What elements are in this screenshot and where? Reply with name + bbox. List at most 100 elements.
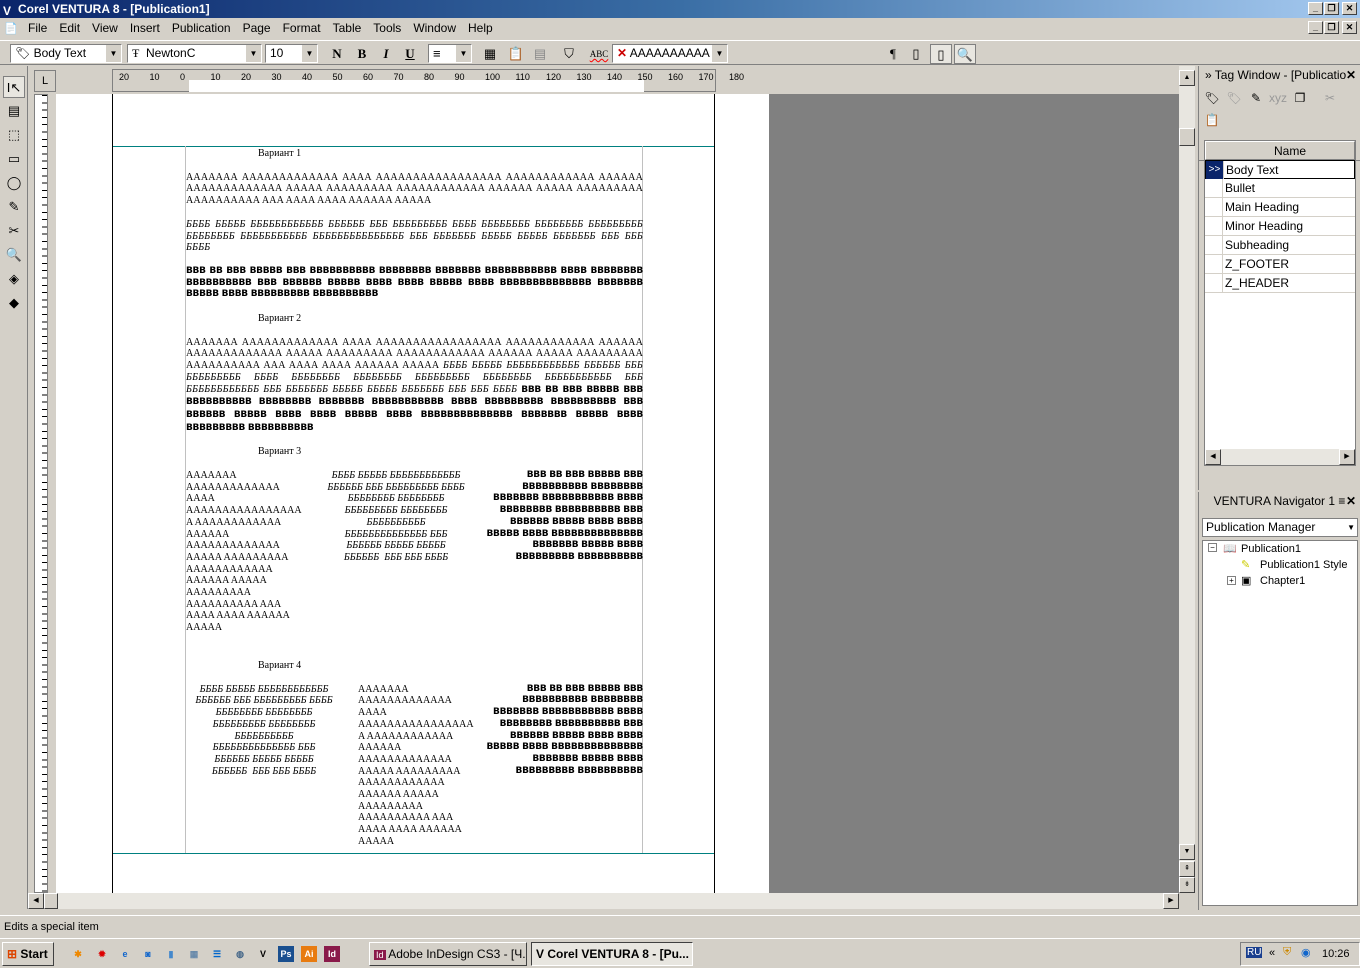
paragraph-c[interactable]: ВВВ ВВ ВВВ ВВВВВ ВВВ ВВВВВВВВВВ ВВВВВВВВ… [186,266,643,301]
task-indesign[interactable]: Id Adobe InDesign CS3 - [Ч... [369,942,527,966]
quicklaunch-icon[interactable]: ☰ [209,946,225,962]
navigator-view-select[interactable]: Publication Manager ▼ [1202,518,1358,537]
tree-item-chapter[interactable]: Chapter1 [1260,575,1305,587]
ellipse-tool-icon[interactable]: ◯ [3,172,25,194]
menu-table[interactable]: Table [327,21,368,35]
tag-row[interactable]: Bullet [1205,179,1355,198]
quicklaunch-icon[interactable]: ✹ [94,946,110,962]
ventura-icon[interactable]: V [255,946,271,962]
tag-row[interactable]: Z_HEADER [1205,274,1355,293]
node-tool-icon[interactable]: ⬚ [3,124,25,146]
document-icon[interactable]: 📄 [4,22,22,35]
normal-button[interactable]: N [326,44,348,64]
hscroll-thumb[interactable] [44,893,58,909]
chevron-down-icon[interactable]: ▼ [712,45,727,62]
cut-icon[interactable]: ✂ [1319,87,1341,109]
quicklaunch-icon[interactable]: ◙ [140,946,156,962]
text-column-c[interactable]: ВВВ ВВ ВВВ ВВВВВ ВВВ ВВВВВВВВВВ ВВВВВВВВ В… [473,470,643,564]
tag-row[interactable]: Minor Heading [1205,217,1355,236]
close-icon[interactable]: ✕ [1346,492,1356,510]
close-button[interactable]: ✕ [1342,2,1357,15]
bookmark-icon[interactable]: ⛉ [558,44,580,64]
menu-publication[interactable]: Publication [166,21,237,35]
edit-tag-icon[interactable]: ✎ [1245,87,1267,109]
calculator-icon[interactable]: ▦ [186,946,202,962]
text-column-c[interactable]: ВВВ ВВ ВВВ ВВВВВ ВВВ ВВВВВВВВВВ ВВВВВВВВ В… [473,684,643,778]
previous-page-button[interactable]: ⇞ [1179,861,1195,877]
text-frame[interactable]: Вариант 1 AAAAAAA AAAAAAAAAAAAA AAAA AAA… [186,148,643,874]
size-select[interactable]: 10 ▼ [265,44,318,63]
menu-format[interactable]: Format [277,21,327,35]
copy-tag-icon[interactable]: ❐ [1289,87,1311,109]
text-column-b[interactable]: ББББ БББББ ББББББББББББ ББББББ БББ ББББББ… [186,684,342,778]
scroll-right-button[interactable]: ▶ [1163,893,1179,909]
pilcrow-icon[interactable]: ¶ [882,44,904,64]
network-icon[interactable]: ◉ [1301,946,1311,959]
table-edit-icon[interactable]: ▤ [529,44,551,64]
tag-list-hscrollbar[interactable]: ◀ ▶ [1205,449,1355,465]
start-button[interactable]: ⊞ Start [2,942,54,966]
indesign-icon[interactable]: Id [324,946,340,962]
tray-expand-icon[interactable]: « [1269,947,1275,959]
tag-row[interactable]: Subheading [1205,236,1355,255]
quicklaunch-icon[interactable]: ▮ [163,946,179,962]
pen-tool-icon[interactable]: ✎ [3,196,25,218]
paste-special-icon[interactable]: 📋 [505,44,527,64]
language-indicator[interactable]: RU [1246,947,1263,958]
illustrator-icon[interactable]: Ai [301,946,317,962]
menu-view[interactable]: View [86,21,124,35]
spellcheck-icon[interactable]: ABC [588,44,610,64]
variant-4-columns[interactable]: ББББ БББББ ББББББББББББ ББББББ БББ ББББББ… [186,684,643,860]
shield-icon[interactable]: ⛨ [1283,946,1291,959]
scroll-up-button[interactable]: ▲ [1179,70,1195,86]
rename-tag-icon[interactable]: xyz [1267,87,1289,109]
zoom-tool-icon[interactable]: 🔍 [3,244,25,266]
align-select[interactable]: ≡ ▼ [428,44,472,63]
paste-icon[interactable]: 📋 [1201,109,1223,131]
column-header-name[interactable]: Name [1205,141,1355,160]
doc-restore-button[interactable]: ❐ [1324,21,1339,34]
chevron-down-icon[interactable]: ▼ [456,45,471,62]
paragraph-mixed[interactable]: AAAAAAA AAAAAAAAAAAAA AAAA AAAAAAAAAAAAA… [186,337,643,435]
scroll-left-button[interactable]: ◀ [28,893,44,909]
document-canvas[interactable]: Вариант 1 AAAAAAA AAAAAAAAAAAAA AAAA AAA… [56,94,1179,893]
chevron-down-icon[interactable]: ▼ [246,45,261,62]
frame-tool-icon[interactable]: ▤ [3,100,25,122]
menu-page[interactable]: Page [237,21,277,35]
tree-item-style[interactable]: Publication1 Style [1260,559,1347,571]
chevron-down-icon[interactable]: ▼ [302,45,317,62]
vertical-ruler[interactable] [28,94,55,893]
new-tag-icon[interactable]: 🏷 [1201,87,1223,109]
ruler-scale[interactable]: 20 10 0 10 20 30 40 50 60 70 80 90 100 110 120 130 140 15… [112,69,744,92]
photoshop-icon[interactable]: Ps [278,946,294,962]
next-page-button[interactable]: ⇟ [1179,877,1195,893]
preview-icon[interactable]: 🔍 [954,44,976,64]
collapse-icon[interactable]: − [1208,543,1217,552]
doc-minimize-button[interactable]: _ [1308,21,1323,34]
chevron-down-icon[interactable]: ▼ [106,45,121,62]
quicklaunch-icon[interactable]: ✱ [70,946,86,962]
fill-tool-icon[interactable]: ◈ [3,268,25,290]
table-icon[interactable]: ▦ [479,44,501,64]
scroll-left-button[interactable]: ◀ [1205,449,1221,465]
variant-3-columns[interactable]: AAAAAAA AAAAAAAAAAAAA AAAA AAAAAAAAAAAAAAAA… [186,470,643,646]
rectangle-tool-icon[interactable]: ▭ [3,148,25,170]
horizontal-ruler[interactable]: L 20 10 0 10 20 30 40 50 60 70 80 90 100 110 120 130 140… [34,66,1178,94]
text-column-a[interactable]: AAAAAAA AAAAAAAAAAAAA AAAA AAAAAAAAAAAAAAAA… [186,470,316,634]
restore-button[interactable]: ❐ [1324,2,1339,15]
page[interactable]: Вариант 1 AAAAAAA AAAAAAAAAAAAA AAAA AAA… [112,94,715,893]
underline-button[interactable]: U [399,44,421,64]
expand-icon[interactable]: + [1227,576,1236,585]
scroll-right-button[interactable]: ▶ [1339,449,1355,465]
vertical-scrollbar[interactable]: ▲ ▼ ⇞ ⇟ [1179,66,1195,893]
page-view-icon[interactable]: ▯ [905,44,927,64]
clock[interactable]: 10:26 [1322,948,1350,960]
scroll-down-button[interactable]: ▼ [1179,844,1195,860]
font-select[interactable]: Ŧ NewtonC ▼ [127,44,262,63]
horizontal-scrollbar[interactable]: ◀ ▶ [28,893,1179,909]
tag-row[interactable]: Z_FOOTER [1205,255,1355,274]
italic-button[interactable]: I [375,44,397,64]
menu-tools[interactable]: Tools [367,21,407,35]
bold-button[interactable]: B [351,44,373,64]
menu-insert[interactable]: Insert [124,21,166,35]
